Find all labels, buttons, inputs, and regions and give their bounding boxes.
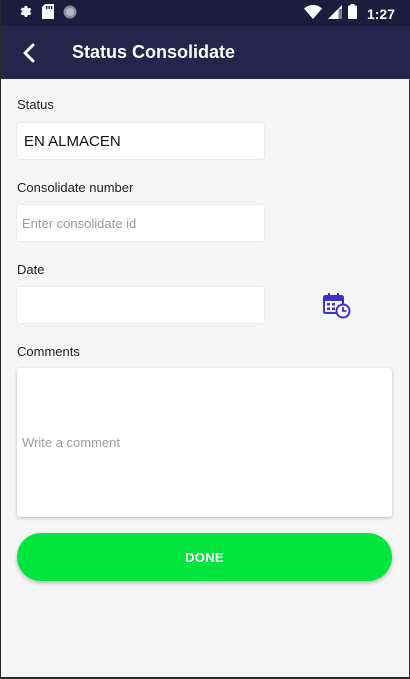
back-arrow-icon — [23, 43, 35, 63]
date-field[interactable] — [17, 287, 264, 323]
battery-icon — [347, 4, 357, 24]
gear-icon — [18, 4, 33, 24]
back-button[interactable] — [15, 39, 43, 67]
calendar-clock-icon[interactable] — [323, 293, 351, 319]
sd-card-icon — [42, 4, 54, 24]
comments-label: Comments — [17, 344, 80, 359]
signal-icon — [327, 4, 342, 24]
status-label: Status — [17, 97, 54, 112]
app-bar: Status Consolidate — [1, 26, 410, 79]
done-button[interactable]: DONE — [17, 533, 392, 581]
status-bar: 1:27 — [1, 0, 410, 26]
consolidate-number-label: Consolidate number — [17, 180, 134, 195]
status-field[interactable]: EN ALMACEN — [17, 123, 264, 159]
comment-textarea[interactable]: Write a comment — [17, 368, 392, 517]
date-label: Date — [17, 262, 45, 277]
circle-icon — [63, 5, 77, 24]
status-time: 1:27 — [366, 6, 395, 22]
wifi-icon — [303, 4, 322, 24]
page-title: Status Consolidate — [72, 42, 236, 62]
consolidate-id-input[interactable]: Enter consolidate id — [17, 205, 264, 241]
